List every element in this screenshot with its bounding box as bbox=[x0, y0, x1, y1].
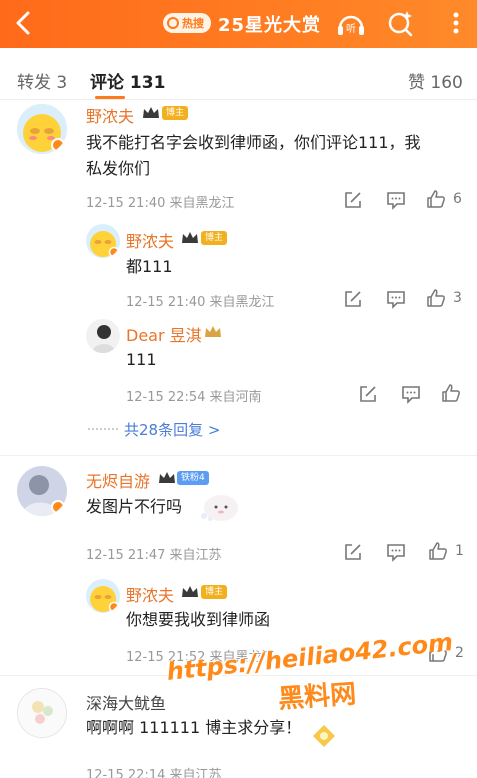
avatar[interactable] bbox=[86, 319, 120, 353]
comment-text: 啊啊啊 111111 博主求分享！ bbox=[86, 718, 302, 737]
like-icon[interactable] bbox=[426, 189, 446, 209]
spark-search-icon[interactable] bbox=[385, 8, 415, 38]
reply-icon[interactable] bbox=[386, 190, 406, 210]
reply-text: 111 bbox=[126, 350, 157, 369]
emoji-avatar-icon bbox=[86, 579, 120, 613]
share-icon[interactable] bbox=[343, 542, 363, 562]
blogger-badge: 博主 bbox=[201, 231, 228, 245]
tab-likes[interactable]: 赞 160 bbox=[408, 68, 463, 93]
watermark-text: 黑料网 bbox=[277, 679, 358, 715]
reply-meta: 12-15 21:40 来自黑龙江 bbox=[126, 295, 275, 310]
reply-meta: 12-15 22:54 来自河南 bbox=[126, 390, 262, 405]
like-count: 2 bbox=[455, 645, 464, 661]
like-count: 6 bbox=[453, 191, 462, 207]
tab-bar: 转发 3 评论 131 赞 160 bbox=[0, 48, 477, 100]
crown-icon bbox=[182, 232, 198, 243]
share-icon[interactable] bbox=[343, 289, 363, 309]
comment-text: 发图片不行吗 bbox=[86, 497, 183, 516]
more-replies-dots bbox=[88, 428, 118, 430]
reply-icon[interactable] bbox=[386, 289, 406, 309]
avatar[interactable] bbox=[86, 224, 120, 258]
avatar[interactable] bbox=[17, 104, 67, 154]
avatar[interactable] bbox=[86, 579, 120, 613]
comment-text-line: 我不能打名字会收到律师函，你们评论111，我 bbox=[86, 133, 421, 152]
emoji-avatar-icon bbox=[86, 224, 120, 258]
hot-search-icon bbox=[167, 17, 179, 29]
avatar[interactable] bbox=[17, 466, 67, 516]
crown-icon bbox=[159, 472, 175, 483]
listen-icon[interactable]: 听 bbox=[335, 8, 367, 40]
comment-author-name[interactable]: 野浓夫 bbox=[86, 103, 134, 127]
back-icon[interactable] bbox=[10, 8, 38, 38]
like-count: 1 bbox=[455, 543, 464, 559]
blogger-badge: 博主 bbox=[201, 585, 228, 599]
more-replies-link[interactable]: 共28条回复 > bbox=[124, 419, 220, 440]
comment-author-name[interactable]: 深海大鱿鱼 bbox=[86, 690, 166, 714]
top-bar: 热搜 25星光大赏 听 bbox=[0, 0, 477, 48]
hot-topic-title[interactable]: 25星光大赏 bbox=[218, 11, 321, 37]
reply-text: 都111 bbox=[126, 257, 173, 276]
gift-icon bbox=[313, 725, 335, 747]
like-icon[interactable] bbox=[441, 383, 461, 403]
comment-author-name[interactable]: 无烬自游 bbox=[86, 468, 150, 492]
hot-search-tag[interactable]: 热搜 bbox=[163, 13, 211, 33]
share-icon[interactable] bbox=[343, 190, 363, 210]
crown-icon bbox=[143, 107, 159, 118]
emoji-avatar-icon bbox=[17, 104, 67, 154]
like-icon[interactable] bbox=[428, 541, 448, 561]
fan-level-badge: 铁粉4 bbox=[177, 471, 209, 485]
blogger-badge: 博主 bbox=[162, 106, 189, 120]
reply-author-name[interactable]: Dear 昱淇 bbox=[126, 322, 202, 346]
photo-avatar-icon bbox=[86, 319, 120, 353]
divider bbox=[0, 455, 477, 456]
reply-author-name[interactable]: 野浓夫 bbox=[126, 582, 174, 606]
reply-icon[interactable] bbox=[386, 542, 406, 562]
photo-avatar-icon bbox=[17, 466, 67, 516]
reply-text: 你想要我收到律师函 bbox=[126, 610, 271, 629]
comment-meta: 12-15 21:40 来自黑龙江 bbox=[86, 196, 235, 211]
hot-search-label: 热搜 bbox=[182, 17, 204, 30]
active-tab-indicator bbox=[95, 96, 125, 99]
crown-icon bbox=[182, 586, 198, 597]
tab-repost[interactable]: 转发 3 bbox=[17, 68, 67, 93]
share-icon[interactable] bbox=[358, 384, 378, 404]
like-count: 3 bbox=[453, 290, 462, 306]
sticker-icon bbox=[201, 495, 238, 521]
tab-comments[interactable]: 评论 131 bbox=[90, 68, 165, 93]
listen-label: 听 bbox=[346, 23, 356, 35]
reply-author-name[interactable]: 野浓夫 bbox=[126, 228, 174, 252]
comment-meta: 12-15 22:14 来自江苏 bbox=[86, 768, 222, 778]
reply-icon[interactable] bbox=[401, 384, 421, 404]
like-icon[interactable] bbox=[426, 288, 446, 308]
floral-avatar-icon bbox=[18, 689, 66, 737]
crown-icon bbox=[205, 326, 221, 337]
comment-text-line: 私发你们 bbox=[86, 159, 151, 178]
avatar[interactable] bbox=[17, 688, 67, 738]
more-icon[interactable] bbox=[446, 8, 466, 38]
comment-meta: 12-15 21:47 来自江苏 bbox=[86, 548, 222, 563]
